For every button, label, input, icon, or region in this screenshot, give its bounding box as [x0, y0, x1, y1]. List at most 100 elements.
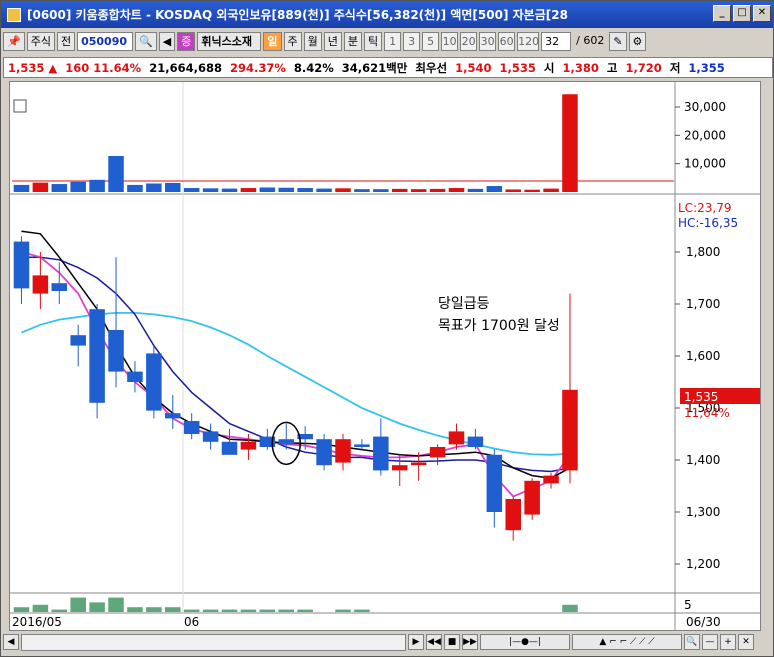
chart-window: [0600] 키움종합차트 - KOSDAQ 외국인보유[889(천)] 주식수… — [0, 0, 774, 657]
turnover: 8.42% — [293, 60, 334, 75]
count-input[interactable]: 32 — [541, 31, 572, 51]
x-label-end: 06/30 — [686, 615, 721, 629]
indicator-bar — [70, 597, 86, 612]
speaker-icon[interactable]: ◀ — [158, 31, 176, 51]
low-price: 1,355 — [688, 60, 725, 75]
volume-bar — [354, 189, 370, 192]
indicator-bar — [183, 609, 200, 612]
volume-bar — [278, 187, 295, 192]
low-label: 저 — [669, 60, 681, 75]
chart-area[interactable]: 1,800 1,700 1,600 1,500 1,400 1,300 1,200 30,00… — [9, 81, 762, 631]
candle-body — [32, 275, 49, 294]
candle-body — [429, 447, 446, 458]
maximize-button[interactable]: □ — [733, 5, 751, 22]
volume-bar — [32, 182, 49, 192]
candle-body — [278, 439, 295, 445]
app-icon — [7, 7, 21, 22]
tick-20[interactable]: 20 — [460, 31, 478, 51]
zoom-slider[interactable]: |—●—| — [480, 634, 570, 650]
candle-body — [373, 436, 389, 471]
candle-body — [127, 371, 143, 382]
volume-bar — [505, 189, 521, 192]
tick-3[interactable]: 3 — [403, 31, 421, 51]
rewind-button[interactable]: ◀◀ — [426, 634, 442, 650]
market-select[interactable]: 주식 — [26, 31, 55, 51]
volume-bar — [221, 188, 238, 192]
current-price: 1,535 ▲ — [8, 60, 58, 75]
volume-bar — [335, 188, 351, 192]
volume-bar — [108, 156, 124, 192]
indicator-bar — [165, 607, 181, 612]
tick-10[interactable]: 10 — [441, 31, 459, 51]
badge-jeung: 증 — [177, 31, 196, 51]
tab-minute[interactable]: 분 — [343, 31, 362, 51]
volume-bar — [391, 188, 408, 192]
settings-icon[interactable]: ⚙ — [628, 31, 647, 51]
candle-body — [354, 444, 370, 447]
volume-bar — [543, 188, 559, 192]
indicator-bar — [108, 597, 124, 612]
tab-year[interactable]: 년 — [323, 31, 342, 51]
volume-bar — [448, 188, 465, 192]
search-icon[interactable]: 🔍 — [135, 31, 157, 51]
tab-week[interactable]: 주 — [283, 31, 302, 51]
minimize-button[interactable]: _ — [713, 5, 731, 22]
candle-body — [562, 389, 578, 471]
scroll-right-button[interactable]: ▶ — [408, 634, 424, 650]
stock-code-input[interactable]: 050090 — [77, 31, 134, 51]
indicator-bar — [259, 609, 276, 612]
grid-toggle-icon[interactable] — [13, 99, 27, 113]
horizontal-scrollbar[interactable] — [21, 633, 406, 651]
candle-body — [505, 499, 521, 531]
bottom-indicator-value: 5 — [684, 598, 692, 612]
candle-body — [183, 421, 200, 434]
total-count: / 602 — [576, 33, 605, 47]
zoom-icon[interactable]: 🔍 — [684, 634, 700, 650]
volume-bar — [202, 188, 219, 192]
volume-pct: 294.37% — [229, 60, 286, 75]
price-tick-label: 1,200 — [686, 557, 720, 571]
tick-5[interactable]: 5 — [422, 31, 440, 51]
indicator-bar — [278, 609, 295, 612]
draw-icon[interactable]: ✎ — [609, 31, 627, 51]
scroll-left-button[interactable]: ◀ — [3, 634, 19, 650]
price-tick-label: 1,400 — [686, 453, 720, 467]
chart-canvas: 1,8001,7001,6001,5001,4001,3001,20030,00… — [10, 82, 762, 630]
candle-body — [524, 480, 540, 515]
all-button[interactable]: 전 — [56, 31, 76, 51]
stop-button[interactable]: ■ — [444, 634, 460, 650]
tab-day[interactable]: 일 — [263, 31, 282, 51]
window-title: [0600] 키움종합차트 - KOSDAQ 외국인보유[889(천)] 주식수… — [27, 8, 568, 22]
volume-bar — [562, 94, 578, 192]
tab-tick[interactable]: 틱 — [364, 31, 383, 51]
forward-button[interactable]: ▶▶ — [462, 634, 478, 650]
tick-60[interactable]: 60 — [498, 31, 516, 51]
more-button[interactable]: ✕ — [738, 634, 754, 650]
candle-body — [467, 436, 484, 447]
volume-bar — [70, 181, 86, 192]
volume-bar — [51, 184, 68, 192]
tick-1[interactable]: 1 — [384, 31, 402, 51]
annotation-line2: 목표가 1700원 달성 — [438, 318, 560, 334]
zoom-out-button[interactable]: — — [702, 634, 718, 650]
pin-icon[interactable]: 📌 — [3, 31, 25, 51]
tick-120[interactable]: 120 — [517, 31, 540, 51]
tab-month[interactable]: 월 — [303, 31, 322, 51]
candle-body — [391, 465, 408, 471]
open-price: 1,380 — [562, 60, 599, 75]
quote-bar: 1,535 ▲ 160 11.64% 21,664,688 294.37% 8.… — [3, 57, 773, 78]
up-arrow-icon: ▲ — [48, 60, 58, 75]
title-bar: [0600] 키움종합차트 - KOSDAQ 외국인보유[889(천)] 주식수… — [1, 1, 773, 28]
candle-body — [335, 439, 351, 463]
candle-body — [448, 431, 465, 445]
drawing-tools[interactable]: ▲ ⌐ ⌐ ⟋ ⟋ ⟋ — [572, 634, 682, 650]
close-button[interactable]: ✕ — [753, 5, 771, 22]
indicator-bar — [127, 607, 143, 612]
zoom-in-button[interactable]: + — [720, 634, 736, 650]
volume-bar — [297, 188, 313, 192]
volume-bar — [429, 188, 446, 192]
candle-body — [165, 413, 181, 419]
indicator-bar — [221, 609, 238, 612]
tick-30[interactable]: 30 — [479, 31, 497, 51]
volume-bar — [127, 184, 143, 192]
